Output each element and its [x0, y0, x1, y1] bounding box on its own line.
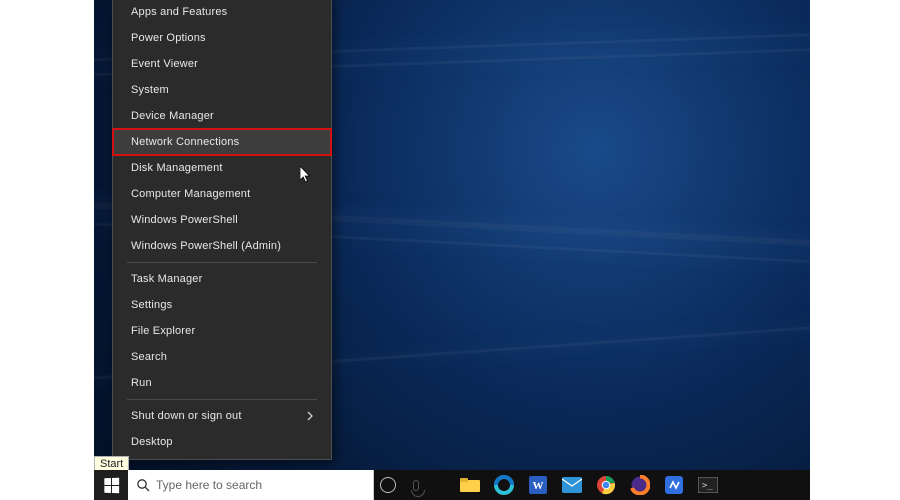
menu-separator: [127, 262, 317, 263]
menu-label: Network Connections: [131, 136, 239, 148]
menu-label: Search: [131, 351, 167, 363]
search-placeholder: Type here to search: [156, 478, 262, 492]
menu-label: Apps and Features: [131, 6, 227, 18]
menu-label: Desktop: [131, 436, 173, 448]
menu-item-desktop[interactable]: Desktop: [113, 429, 331, 455]
svg-text:>_: >_: [702, 481, 713, 491]
chrome-icon[interactable]: [590, 470, 622, 500]
menu-label: Device Manager: [131, 110, 214, 122]
menu-label: File Explorer: [131, 325, 195, 337]
menu-item-shut-down-or-sign-out[interactable]: Shut down or sign out: [113, 403, 331, 429]
tooltip-text: Start: [100, 458, 123, 470]
taskbar: Type here to search W: [94, 470, 810, 500]
menu-item-run[interactable]: Run: [113, 370, 331, 396]
menu-label: Computer Management: [131, 188, 250, 200]
app-blue-icon[interactable]: [658, 470, 690, 500]
menu-item-file-explorer[interactable]: File Explorer: [113, 318, 331, 344]
edge-icon[interactable]: [488, 470, 520, 500]
firefox-icon[interactable]: [624, 470, 656, 500]
menu-item-settings[interactable]: Settings: [113, 292, 331, 318]
menu-separator: [127, 399, 317, 400]
microphone-icon: [413, 480, 419, 491]
menu-item-device-manager[interactable]: Device Manager: [113, 103, 331, 129]
menu-item-power-options[interactable]: Power Options: [113, 25, 331, 51]
terminal-icon[interactable]: >_: [692, 470, 724, 500]
screenshot-stage: Apps and Features Power Options Event Vi…: [0, 0, 900, 500]
taskbar-pinned-apps: W >_: [454, 470, 724, 500]
menu-item-task-manager[interactable]: Task Manager: [113, 266, 331, 292]
menu-label: Windows PowerShell (Admin): [131, 240, 281, 252]
menu-item-disk-management[interactable]: Disk Management: [113, 155, 331, 181]
menu-label: Shut down or sign out: [131, 410, 242, 422]
chevron-right-icon: [307, 411, 313, 421]
menu-item-windows-powershell-admin[interactable]: Windows PowerShell (Admin): [113, 233, 331, 259]
start-button[interactable]: [94, 470, 128, 500]
menu-item-search[interactable]: Search: [113, 344, 331, 370]
windows-logo-icon: [104, 477, 119, 493]
menu-item-apps-and-features[interactable]: Apps and Features: [113, 0, 331, 25]
menu-label: Disk Management: [131, 162, 223, 174]
menu-label: Event Viewer: [131, 58, 198, 70]
microphone-button[interactable]: [402, 470, 430, 500]
menu-item-computer-management[interactable]: Computer Management: [113, 181, 331, 207]
menu-label: Power Options: [131, 32, 206, 44]
svg-text:W: W: [533, 480, 544, 492]
menu-label: Windows PowerShell: [131, 214, 238, 226]
word-icon[interactable]: W: [522, 470, 554, 500]
taskbar-search-input[interactable]: Type here to search: [128, 470, 374, 500]
menu-label: Run: [131, 377, 152, 389]
start-context-menu: Apps and Features Power Options Event Vi…: [112, 0, 332, 460]
mail-icon[interactable]: [556, 470, 588, 500]
menu-label: Settings: [131, 299, 172, 311]
menu-item-event-viewer[interactable]: Event Viewer: [113, 51, 331, 77]
menu-label: Task Manager: [131, 273, 203, 285]
cortana-button[interactable]: [374, 470, 402, 500]
menu-label: System: [131, 84, 169, 96]
menu-item-network-connections[interactable]: Network Connections: [113, 129, 331, 155]
menu-item-system[interactable]: System: [113, 77, 331, 103]
cortana-icon: [380, 477, 396, 493]
menu-item-windows-powershell[interactable]: Windows PowerShell: [113, 207, 331, 233]
search-icon: [136, 478, 150, 492]
file-explorer-icon[interactable]: [454, 470, 486, 500]
